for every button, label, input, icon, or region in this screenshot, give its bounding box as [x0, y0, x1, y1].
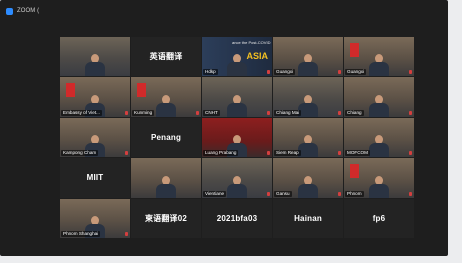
participant-tile[interactable] [131, 158, 201, 198]
participant-video-figure [368, 94, 390, 117]
participant-label: MOFCOM [345, 150, 370, 157]
flag-icon [350, 164, 359, 179]
participant-name-placeholder: Penang [150, 132, 182, 142]
participant-tile[interactable]: Guangxi [344, 37, 414, 77]
participant-label: Chiang [345, 109, 364, 116]
participant-tile[interactable]: 2021bfa03 [202, 198, 272, 238]
participant-label: Hdkp [203, 69, 218, 76]
participant-video-figure [155, 175, 177, 198]
participant-gallery: 英语翻译 ASIA ance the Post-COVID Hdkp Guangxi Gu… [60, 37, 414, 240]
participant-tile[interactable]: Hainan [273, 198, 343, 238]
participant-video-figure [368, 135, 390, 158]
participant-label: Phnom [345, 190, 364, 197]
participant-label: Guangxi [274, 69, 296, 76]
participant-tile[interactable]: Guangxi [273, 37, 343, 77]
mic-muted-icon [409, 110, 412, 115]
participant-video-figure [297, 175, 319, 198]
participant-tile[interactable]: Siem Reap [273, 117, 343, 158]
participant-tile[interactable]: Kampong Cham [60, 117, 130, 158]
mic-muted-icon [125, 110, 128, 115]
participant-label: Guangxi [345, 69, 367, 76]
mic-muted-icon [338, 110, 341, 115]
mic-muted-icon [409, 151, 412, 156]
participant-tile[interactable]: MOFCOM [344, 117, 414, 158]
participant-tile[interactable]: Gansu [273, 158, 343, 198]
mic-muted-icon [409, 70, 412, 75]
participant-label: Luang Prabang [203, 150, 239, 157]
participant-label: CNHT [203, 109, 220, 116]
mic-muted-icon [338, 191, 341, 196]
participant-video-figure [226, 94, 248, 117]
participant-label: Kampong Cham [61, 150, 99, 157]
participant-tile[interactable]: Kunming [131, 77, 201, 117]
participant-tile[interactable]: Vientiane [202, 158, 272, 198]
participant-tile[interactable]: Phnom [344, 158, 414, 198]
participant-name-placeholder: MIIT [86, 173, 104, 183]
app-icon [6, 7, 13, 15]
mic-muted-icon [125, 151, 128, 156]
flag-icon [137, 83, 146, 98]
participant-video-figure [84, 54, 106, 77]
presentation-headline: ance the Post-COVID [232, 40, 271, 45]
asia-logo-text: ASIA [246, 51, 268, 61]
window-title: ZOOM ( [17, 8, 40, 14]
mic-muted-icon [338, 151, 341, 156]
participant-tile[interactable]: fp6 [344, 198, 414, 238]
participant-name-placeholder: 柬语翻译02 [144, 213, 188, 223]
participant-tile[interactable]: Phnom Shanghai [60, 198, 130, 238]
participant-tile[interactable]: Chiang [344, 77, 414, 117]
participant-video-figure [297, 54, 319, 77]
participant-label: Siem Reap [274, 150, 301, 157]
mic-muted-icon [267, 191, 270, 196]
participant-label: Kunming [132, 109, 155, 116]
participant-video-figure [368, 54, 390, 77]
participant-tile[interactable]: MIIT [60, 158, 130, 198]
participant-tile[interactable]: 柬语翻译02 [131, 198, 201, 238]
titlebar: ZOOM ( [0, 0, 448, 22]
participant-label: Gansu [274, 190, 292, 197]
participant-label: Phnom Shanghai [61, 230, 101, 237]
mic-muted-icon [267, 70, 270, 75]
mic-muted-icon [409, 191, 412, 196]
participant-tile[interactable]: Chiang Mai [273, 77, 343, 117]
mic-muted-icon [338, 70, 341, 75]
participant-label: Embassy of Viet... [61, 109, 102, 116]
participant-video-figure [368, 175, 390, 198]
participant-label: Chiang Mai [274, 109, 302, 116]
mic-muted-icon [267, 151, 270, 156]
participant-label: Vientiane [203, 190, 227, 197]
flag-icon [66, 83, 75, 98]
participant-name-placeholder: 2021bfa03 [216, 213, 258, 223]
mic-muted-icon [125, 231, 128, 236]
participant-name-placeholder: Hainan [294, 213, 322, 223]
participant-video-figure [155, 94, 177, 117]
participant-tile[interactable]: CNHT [202, 77, 272, 117]
participant-name-placeholder: fp6 [372, 213, 386, 223]
participant-tile[interactable] [60, 37, 130, 77]
video-conference-window: ZOOM ( 英语翻译 ASIA ance the Post-COVID Hdkp Gu… [0, 0, 448, 256]
mic-muted-icon [267, 110, 270, 115]
mic-muted-icon [196, 110, 199, 115]
participant-tile[interactable]: Embassy of Viet... [60, 77, 130, 117]
participant-tile[interactable]: Luang Prabang [202, 117, 272, 158]
participant-tile[interactable]: ASIA ance the Post-COVID Hdkp [202, 37, 272, 77]
flag-icon [350, 43, 359, 57]
participant-name-placeholder: 英语翻译 [149, 52, 183, 62]
participant-tile[interactable]: 英语翻译 [131, 37, 201, 77]
participant-tile[interactable]: Penang [131, 117, 201, 158]
participant-video-figure [226, 175, 248, 198]
participant-video-figure [226, 54, 248, 77]
